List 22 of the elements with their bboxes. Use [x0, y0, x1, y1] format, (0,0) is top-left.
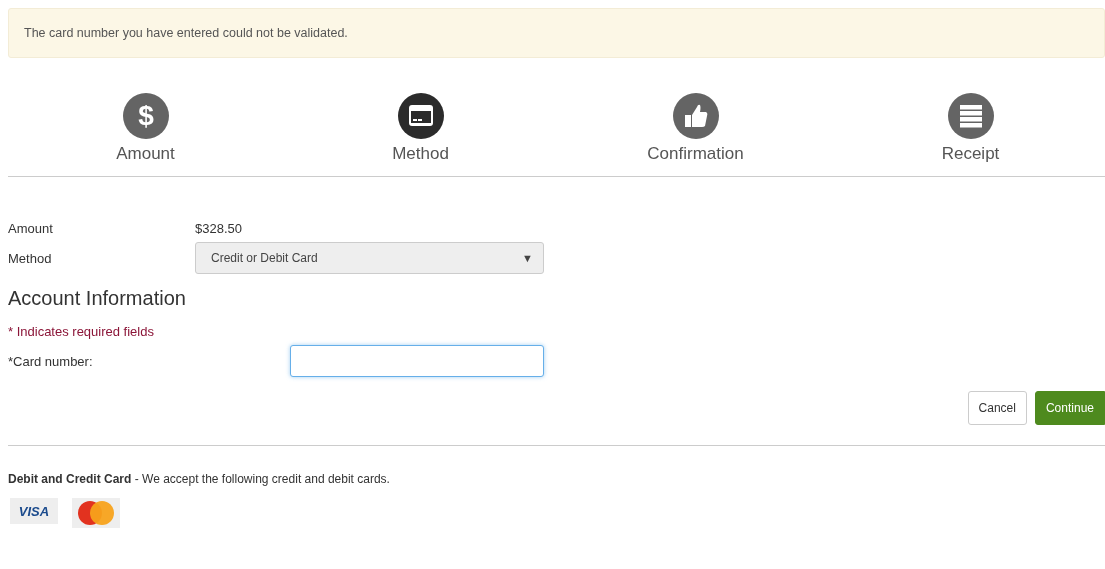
- cancel-button[interactable]: Cancel: [967, 391, 1027, 425]
- amount-value: $328.50: [195, 220, 242, 236]
- visa-logo: VISA: [10, 498, 58, 524]
- step-label: Receipt: [941, 144, 1000, 164]
- continue-button[interactable]: Continue: [1034, 391, 1105, 425]
- list-icon[interactable]: [946, 92, 995, 140]
- required-note: * Indicates required fields: [8, 324, 155, 339]
- credit-card-icon[interactable]: [396, 92, 445, 140]
- field-label: Method: [8, 250, 53, 266]
- step-label: Amount: [116, 144, 175, 164]
- step-label: Method: [392, 144, 449, 164]
- section-heading: Account Information: [8, 287, 187, 310]
- field-label: Amount: [8, 220, 54, 236]
- accepted-cards-text: Debit and Credit Card - We accept the following credit and debit cards.: [8, 472, 391, 486]
- method-select[interactable]: Credit or Debit Card ▼: [195, 242, 544, 274]
- alert-banner: The card number you have entered could not be validated.: [8, 8, 1105, 58]
- step-label: Confirmation: [647, 144, 744, 164]
- mastercard-logo-icon: [72, 498, 120, 528]
- card-number-field[interactable]: [290, 345, 544, 377]
- thumbs-up-icon[interactable]: [671, 92, 720, 140]
- dollar-icon[interactable]: $: [121, 92, 170, 140]
- field-label: *Card number:: [8, 353, 94, 369]
